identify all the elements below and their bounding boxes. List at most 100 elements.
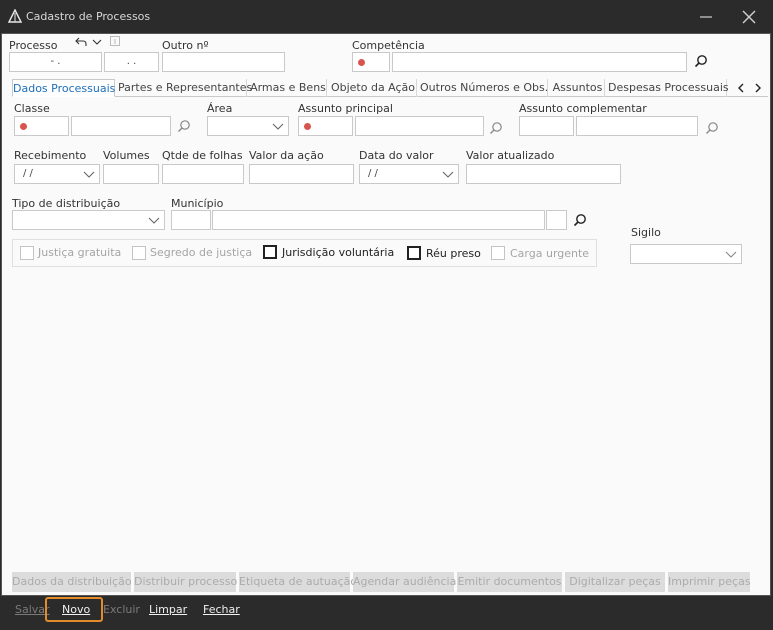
app-logo-icon — [8, 9, 22, 23]
bottom-toolbar: Salvar Novo Excluir Limpar Fechar — [1, 597, 771, 623]
limpar-button[interactable]: Limpar — [149, 603, 187, 616]
minimize-icon[interactable] — [696, 8, 716, 26]
qtde-folhas-field[interactable] — [162, 164, 244, 184]
chevron-down-icon — [725, 251, 737, 258]
volumes-label: Volumes — [103, 149, 150, 162]
reu-preso-checkbox[interactable] — [407, 246, 421, 260]
tab-scroll-right-icon[interactable] — [753, 82, 763, 94]
area-select[interactable] — [207, 116, 289, 136]
required-indicator — [20, 123, 27, 130]
valor-acao-field[interactable] — [249, 164, 354, 184]
municipio-search-icon[interactable] — [573, 213, 587, 227]
assunto-complementar-search-icon[interactable] — [705, 121, 719, 135]
chevron-down-icon — [83, 171, 95, 178]
data-valor-date-field[interactable]: / / — [359, 164, 459, 184]
justica-gratuita-label: Justiça gratuita — [38, 246, 122, 259]
area-label: Área — [207, 102, 233, 115]
tab-partes-representantes[interactable]: Partes e Representantes — [118, 79, 252, 97]
processo-number-field[interactable]: - . — [9, 52, 102, 72]
valor-acao-label: Valor da ação — [249, 149, 324, 162]
assunto-principal-label: Assunto principal — [298, 102, 393, 115]
agendar-audiencia-button[interactable]: Agendar audiência — [353, 572, 456, 592]
reu-preso-label: Réu preso — [426, 247, 481, 260]
chevron-down-icon — [272, 123, 284, 130]
competencia-description-field[interactable] — [392, 52, 687, 72]
chevron-down-icon — [148, 217, 160, 224]
window-title: Cadastro de Processos — [26, 10, 151, 23]
tab-outros-numeros[interactable]: Outros Números e Obs. — [420, 79, 548, 97]
classe-code-field[interactable] — [14, 116, 69, 136]
carga-urgente-checkbox[interactable] — [491, 246, 505, 260]
competencia-label: Competência — [352, 39, 425, 52]
title-bar: Cadastro de Processos — [0, 0, 773, 33]
digitalizar-pecas-button[interactable]: Digitalizar peças — [565, 572, 665, 592]
assunto-principal-code-field[interactable] — [298, 116, 353, 136]
action-buttons: Dados da distribuição Distribuir process… — [12, 572, 752, 592]
window: Cadastro de Processos Processo - . . . O… — [0, 0, 773, 630]
dados-distribuicao-button[interactable]: Dados da distribuição — [12, 572, 132, 592]
processo-label: Processo — [9, 39, 58, 52]
form-body: Processo - . . . Outro nº Competência Da… — [1, 33, 771, 596]
municipio-code-field[interactable] — [171, 210, 211, 230]
valor-atualizado-label: Valor atualizado — [466, 149, 555, 162]
novo-button[interactable]: Novo — [62, 603, 90, 616]
recebimento-label: Recebimento — [14, 149, 87, 162]
emitir-documentos-button[interactable]: Emitir documentos — [457, 572, 562, 592]
municipio-description-field[interactable] — [212, 210, 545, 230]
recebimento-date-field[interactable]: / / — [14, 164, 100, 184]
jurisdicao-voluntaria-label: Jurisdição voluntária — [282, 246, 395, 259]
municipio-label: Município — [171, 197, 224, 210]
close-icon[interactable] — [738, 7, 760, 27]
competencia-code-field[interactable] — [352, 52, 390, 72]
fechar-button[interactable]: Fechar — [203, 603, 240, 616]
outro-numero-field[interactable] — [162, 52, 285, 72]
assunto-complementar-code-field[interactable] — [519, 116, 574, 136]
classe-search-icon[interactable] — [177, 119, 191, 133]
tab-armas-bens[interactable]: Armas e Bens — [250, 79, 327, 97]
tab-scroll-left-icon[interactable] — [736, 82, 746, 94]
tipo-distribuicao-label: Tipo de distribuição — [12, 197, 121, 210]
tab-dados-processuais[interactable]: Dados Processuais — [12, 79, 115, 97]
recebimento-date-value: / / — [23, 168, 33, 179]
tab-despesas-processuais[interactable]: Despesas Processuais — [608, 79, 729, 97]
processo-number-value: - . — [50, 56, 61, 67]
imprimir-pecas-button[interactable]: Imprimir peças — [668, 572, 751, 592]
qtde-folhas-label: Qtde de folhas — [162, 149, 243, 162]
processo-suffix-field[interactable]: . . — [104, 52, 159, 72]
sigilo-select[interactable] — [630, 244, 742, 264]
volumes-field[interactable] — [103, 164, 159, 184]
justica-gratuita-checkbox[interactable] — [20, 246, 34, 260]
info-icon[interactable] — [110, 36, 120, 46]
assunto-principal-description-field[interactable] — [355, 116, 484, 136]
tab-assuntos[interactable]: Assuntos — [551, 79, 605, 97]
municipio-uf-field[interactable] — [546, 210, 567, 230]
valor-atualizado-field[interactable] — [466, 164, 621, 184]
tab-bar: Dados Processuais Partes e Representante… — [12, 79, 768, 97]
classe-label: Classe — [14, 102, 50, 115]
outro-numero-label: Outro nº — [162, 39, 209, 52]
data-valor-date-value: / / — [368, 168, 378, 179]
chevron-down-icon[interactable] — [92, 38, 102, 46]
excluir-button[interactable]: Excluir — [103, 603, 140, 616]
sigilo-label: Sigilo — [631, 226, 661, 239]
data-valor-label: Data do valor — [359, 149, 434, 162]
assunto-complementar-label: Assunto complementar — [519, 102, 647, 115]
tab-objeto-acao[interactable]: Objeto da Ação — [330, 79, 417, 97]
processo-suffix-value: . . — [126, 56, 137, 67]
classe-description-field[interactable] — [71, 116, 171, 136]
distribuir-processo-button[interactable]: Distribuir processo — [134, 572, 237, 592]
flags-group: Justiça gratuita Segredo de justiça Juri… — [12, 239, 597, 267]
required-indicator — [304, 123, 311, 130]
etiqueta-autuacao-button[interactable]: Etiqueta de autuação — [239, 572, 357, 592]
chevron-down-icon — [442, 171, 454, 178]
segredo-justica-label: Segredo de justiça — [150, 246, 253, 259]
search-icon[interactable] — [694, 54, 708, 68]
required-indicator — [358, 59, 365, 66]
segredo-justica-checkbox[interactable] — [132, 246, 146, 260]
carga-urgente-label: Carga urgente — [510, 247, 590, 260]
tipo-distribuicao-select[interactable] — [12, 210, 165, 230]
assunto-complementar-description-field[interactable] — [576, 116, 698, 136]
undo-icon[interactable] — [75, 37, 87, 47]
assunto-principal-search-icon[interactable] — [489, 121, 503, 135]
jurisdicao-voluntaria-checkbox[interactable] — [263, 245, 277, 259]
